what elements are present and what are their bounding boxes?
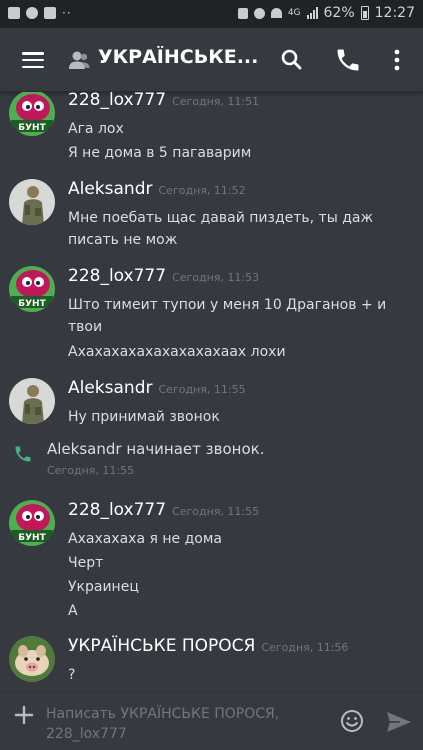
avatar-badge: БУНТ: [18, 299, 46, 309]
channel-title: УКРАЇНСЬКЕ...: [98, 46, 259, 68]
message-text: Што тимеит тупои у меня 10 Драганов + и …: [68, 297, 387, 335]
avatar[interactable]: БУНТ: [9, 92, 55, 136]
author-name[interactable]: 228_lox777: [68, 500, 166, 520]
send-icon[interactable]: [386, 711, 412, 733]
group-dm-icon: [69, 51, 90, 69]
wifi-icon: [270, 8, 282, 18]
message-text: ?: [68, 667, 76, 683]
message-notification-icon: [26, 7, 38, 19]
emoji-icon[interactable]: [340, 709, 364, 733]
bunt-avatar-icon: БУНТ: [9, 266, 55, 312]
bunt-avatar-icon: БУНТ: [9, 92, 55, 136]
avatar[interactable]: [9, 179, 55, 225]
timestamp: Сегодня, 11:52: [158, 184, 246, 197]
clock: 12:27: [374, 5, 415, 21]
author-line: Aleksandr Сегодня, 11:52: [68, 179, 246, 199]
app-header: УКРАЇНСЬКЕ...: [0, 28, 423, 92]
avatar-badge: БУНТ: [18, 123, 46, 133]
call-icon[interactable]: [334, 46, 362, 74]
author-name[interactable]: УКРАЇНСЬКЕ ПОРОСЯ: [68, 636, 255, 656]
status-bar: ·· 4G 62% 12:27: [0, 0, 423, 28]
notification-icons: ··: [8, 6, 72, 20]
soldier-avatar-icon: [9, 378, 55, 424]
alarm-icon: [237, 7, 248, 19]
message-text: Черт: [68, 555, 104, 571]
message-list[interactable]: БУНТ 228_lox777 Сегодня, 11:51 Ага лох Я …: [0, 92, 423, 692]
avatar[interactable]: БУНТ: [9, 500, 55, 546]
soldier-avatar-icon: [9, 179, 55, 225]
author-name[interactable]: 228_lox777: [68, 92, 166, 110]
message-input-placeholder: Написать УКРАЇНСЬКЕ ПОРОСЯ,: [46, 706, 280, 722]
author-name[interactable]: 228_lox777: [68, 266, 166, 286]
avatar-badge: БУНТ: [18, 533, 46, 543]
message-input[interactable]: Написать УКРАЇНСЬКЕ ПОРОСЯ, 228_lox777: [46, 704, 326, 744]
battery-icon: [360, 6, 369, 20]
message-composer: Написать УКРАЇНСЬКЕ ПОРОСЯ, 228_lox777: [0, 692, 423, 750]
call-started-icon: [15, 446, 31, 462]
message-text: Ахахахаха я не дома: [68, 531, 222, 547]
search-icon[interactable]: [278, 46, 306, 74]
folder-notification-icon: [44, 7, 56, 19]
avatar[interactable]: [9, 636, 55, 682]
message-text: Я не дома в 5 пагаварим: [68, 145, 252, 161]
message-text: Украинец: [68, 579, 139, 595]
bunt-avatar-icon: БУНТ: [9, 500, 55, 546]
timestamp: Сегодня, 11:51: [172, 95, 260, 108]
timestamp: Сегодня, 11:55: [158, 383, 246, 396]
avatar[interactable]: [9, 378, 55, 424]
signal-icon: [306, 7, 318, 19]
author-name[interactable]: Aleksandr: [68, 179, 153, 199]
pig-avatar-icon: [9, 636, 55, 682]
timestamp: Сегодня, 11:53: [172, 271, 260, 284]
message-text: А: [68, 603, 78, 619]
call-notice-text: Aleksandr начинает звонок.: [47, 440, 265, 458]
call-notice-time: Сегодня, 11:55: [47, 464, 135, 477]
menu-icon[interactable]: [22, 52, 44, 68]
author-line: 228_lox777 Сегодня, 11:55: [68, 500, 259, 520]
add-attachment-icon[interactable]: [14, 705, 34, 725]
image-notification-icon: [8, 7, 20, 19]
author-line: 228_lox777 Сегодня, 11:51: [68, 92, 259, 110]
more-options-icon[interactable]: [383, 46, 411, 74]
battery-percent: 62%: [323, 5, 355, 21]
author-line: Aleksandr Сегодня, 11:55: [68, 378, 246, 398]
message-text: Мне поебать щас давай пиздеть, ты даж пи…: [68, 210, 374, 248]
message-input-placeholder: 228_lox777: [46, 726, 127, 742]
timestamp: Сегодня, 11:56: [261, 641, 349, 654]
message-text: Ахахахахахахахахахаах лохи: [68, 344, 286, 360]
avatar[interactable]: БУНТ: [9, 266, 55, 312]
author-name[interactable]: Aleksandr: [68, 378, 153, 398]
system-status: 4G 62% 12:27: [237, 5, 415, 21]
message-text: Ну принимай звонок: [68, 409, 220, 425]
author-line: УКРАЇНСЬКЕ ПОРОСЯ Сегодня, 11:56: [68, 636, 348, 656]
more-notifications-icon: ··: [62, 6, 72, 20]
author-line: 228_lox777 Сегодня, 11:53: [68, 266, 259, 286]
timestamp: Сегодня, 11:55: [172, 505, 260, 518]
network-type-label: 4G: [287, 8, 301, 18]
mute-icon: [253, 7, 265, 19]
message-text: Ага лох: [68, 121, 124, 137]
